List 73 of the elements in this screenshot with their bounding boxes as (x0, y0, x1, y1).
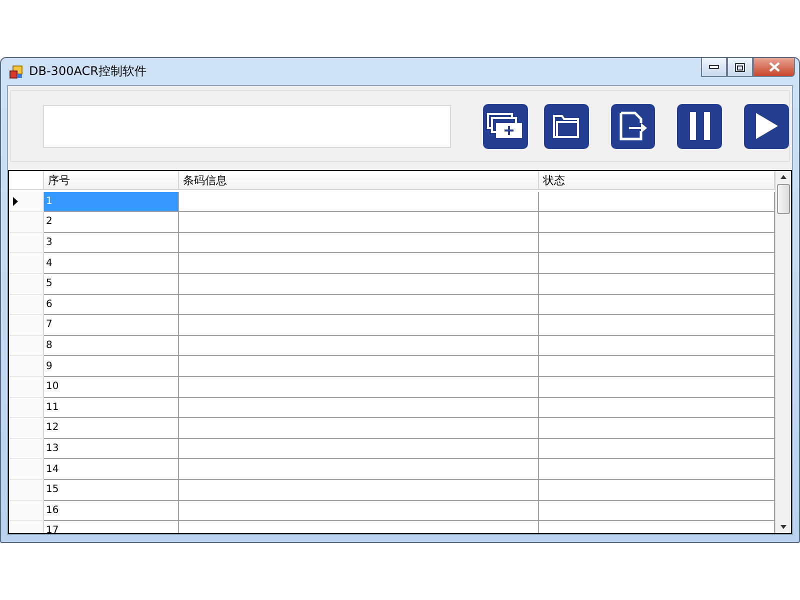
table-cell[interactable]: 14 (44, 459, 179, 480)
table-cell[interactable] (539, 500, 775, 522)
close-icon (768, 62, 780, 72)
table-cell[interactable] (179, 336, 539, 356)
table-cell[interactable] (179, 274, 539, 295)
table-cell[interactable] (539, 192, 775, 212)
table-cell[interactable]: 2 (44, 212, 179, 233)
table-cell[interactable] (539, 232, 775, 254)
table-cell[interactable]: 15 (44, 480, 179, 500)
scroll-thumb[interactable] (777, 184, 790, 214)
table-cell[interactable]: 12 (44, 418, 179, 439)
pause-button[interactable] (677, 104, 722, 148)
table-cell[interactable] (539, 438, 775, 460)
barcode-input-field[interactable] (43, 104, 452, 148)
table-cell[interactable] (179, 356, 539, 377)
maximize-icon (735, 62, 745, 72)
table-cell[interactable] (539, 418, 775, 439)
table-cell[interactable]: 13 (44, 438, 179, 460)
table-cell[interactable]: 3 (44, 232, 179, 254)
table-cell[interactable]: 6 (44, 294, 179, 316)
maximize-button[interactable] (727, 58, 753, 77)
column-header[interactable]: 条码信息 (179, 171, 539, 190)
table-cell[interactable] (179, 500, 539, 522)
folder-icon (552, 113, 580, 139)
table-cell[interactable]: 16 (44, 500, 179, 522)
table-cell[interactable] (179, 232, 539, 254)
play-button[interactable] (744, 104, 789, 148)
table-cell[interactable]: 10 (44, 376, 179, 398)
table-cell[interactable]: 17 (44, 521, 179, 533)
table-cell[interactable] (539, 376, 775, 398)
table-cell[interactable] (539, 480, 775, 500)
window-title: DB-300ACR控制软件 (29, 63, 148, 80)
column-header[interactable]: 状态 (539, 171, 775, 190)
pause-icon (688, 112, 711, 140)
table-cell[interactable] (179, 212, 539, 233)
table-cell[interactable] (179, 315, 539, 336)
table-cell[interactable] (539, 315, 775, 336)
table-cell[interactable]: 4 (44, 253, 179, 274)
file-export-icon (618, 111, 648, 141)
table-cell[interactable] (539, 253, 775, 274)
table-cell[interactable] (539, 398, 775, 418)
add-button[interactable] (483, 104, 528, 148)
table-cell[interactable] (179, 294, 539, 316)
close-button[interactable] (753, 58, 795, 77)
minimize-icon (709, 65, 719, 69)
table-cell[interactable]: 7 (44, 315, 179, 336)
table-cell[interactable]: 9 (44, 356, 179, 377)
table-cell[interactable] (539, 459, 775, 480)
table-cell[interactable] (179, 418, 539, 439)
table-cell[interactable] (539, 336, 775, 356)
app-icon (9, 64, 23, 78)
row-header[interactable] (9, 192, 44, 212)
table-cell[interactable] (539, 274, 775, 295)
table-cell[interactable]: 8 (44, 336, 179, 356)
table-cell[interactable] (179, 253, 539, 274)
play-icon (756, 113, 778, 139)
table-cell[interactable] (179, 438, 539, 460)
table-cell[interactable] (179, 376, 539, 398)
table-cell[interactable] (179, 192, 539, 212)
table-cell[interactable] (179, 459, 539, 480)
minimize-button[interactable] (701, 58, 727, 77)
table-cell[interactable] (179, 398, 539, 418)
column-header[interactable]: 序号 (44, 171, 179, 190)
open-button[interactable] (544, 104, 589, 148)
add-window-icon (487, 113, 524, 139)
table-cell[interactable]: 11 (44, 398, 179, 418)
table-cell[interactable] (179, 480, 539, 500)
table-cell[interactable] (539, 212, 775, 233)
scrollbar[interactable] (775, 171, 791, 533)
table-cell[interactable]: 5 (44, 274, 179, 295)
table-cell[interactable] (539, 294, 775, 316)
export-button[interactable] (610, 104, 656, 148)
table-cell[interactable] (539, 356, 775, 377)
